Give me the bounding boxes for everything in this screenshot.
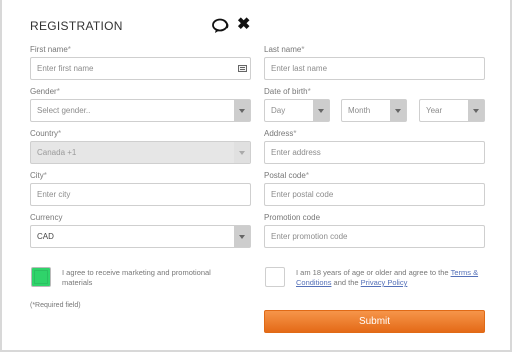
promotion-code-input[interactable]: Enter promotion code (264, 225, 485, 248)
dob-day-dropdown-button[interactable] (313, 100, 329, 121)
city-input[interactable]: Enter city (30, 183, 251, 206)
country-select: Canada +1 (30, 141, 251, 164)
dob-year-dropdown-button[interactable] (468, 100, 484, 121)
marketing-consent-text: I agree to receive marketing and promoti… (62, 268, 211, 287)
promotion-code-label: Promotion code (264, 213, 321, 222)
gender-value: Select gender.. (37, 106, 91, 115)
address-label: Address* (264, 129, 297, 138)
chat-icon[interactable] (212, 18, 230, 34)
country-value: Canada +1 (37, 148, 77, 157)
postal-code-placeholder: Enter postal code (271, 190, 334, 199)
submit-button[interactable]: Submit (264, 310, 485, 333)
privacy-policy-link[interactable]: Privacy Policy (361, 278, 408, 287)
marketing-checkbox[interactable] (31, 267, 51, 287)
dob-year-value: Year (426, 106, 443, 115)
postal-code-input[interactable]: Enter postal code (264, 183, 485, 206)
dob-day-select[interactable]: Day (264, 99, 330, 122)
dob-month-value: Month (348, 106, 371, 115)
last-name-input[interactable]: Enter last name (264, 57, 485, 80)
age-terms-checkbox[interactable] (265, 267, 285, 287)
gender-label: Gender* (30, 87, 60, 96)
chevron-down-icon (395, 108, 401, 113)
country-label: Country* (30, 129, 62, 138)
city-placeholder: Enter city (37, 190, 71, 199)
required-field-note: (*Required field) (30, 302, 81, 309)
country-dropdown-button (234, 142, 250, 163)
first-name-input[interactable]: Enter first name (30, 57, 251, 80)
currency-label: Currency (30, 213, 63, 222)
id-card-icon (238, 65, 247, 72)
currency-select[interactable]: CAD (30, 225, 251, 248)
gender-dropdown-button[interactable] (234, 100, 250, 121)
currency-dropdown-button[interactable] (234, 226, 250, 247)
registration-dialog (0, 0, 512, 352)
currency-value: CAD (37, 232, 54, 241)
city-label: City* (30, 171, 47, 180)
last-name-label: Last name* (264, 45, 305, 54)
address-placeholder: Enter address (271, 148, 321, 157)
last-name-placeholder: Enter last name (271, 64, 328, 73)
dob-year-select[interactable]: Year (419, 99, 485, 122)
chevron-down-icon (239, 234, 245, 239)
dob-label: Date of birth* (264, 87, 311, 96)
chevron-down-icon (473, 108, 479, 113)
first-name-label: First name* (30, 45, 71, 54)
dialog-title: REGISTRATION (30, 19, 123, 33)
dob-month-select[interactable]: Month (341, 99, 407, 122)
first-name-placeholder: Enter first name (37, 64, 94, 73)
address-input[interactable]: Enter address (264, 141, 485, 164)
chevron-down-icon (239, 108, 245, 113)
chevron-down-icon (239, 150, 245, 155)
promotion-code-placeholder: Enter promotion code (271, 232, 348, 241)
postal-code-label: Postal code* (264, 171, 309, 180)
chevron-down-icon (318, 108, 324, 113)
dob-month-dropdown-button[interactable] (390, 100, 406, 121)
gender-select[interactable]: Select gender.. (30, 99, 251, 122)
dob-day-value: Day (271, 106, 286, 115)
close-icon[interactable]: ✖ (237, 17, 250, 33)
age-terms-text: I am 18 years of age or older and agree … (296, 268, 479, 287)
